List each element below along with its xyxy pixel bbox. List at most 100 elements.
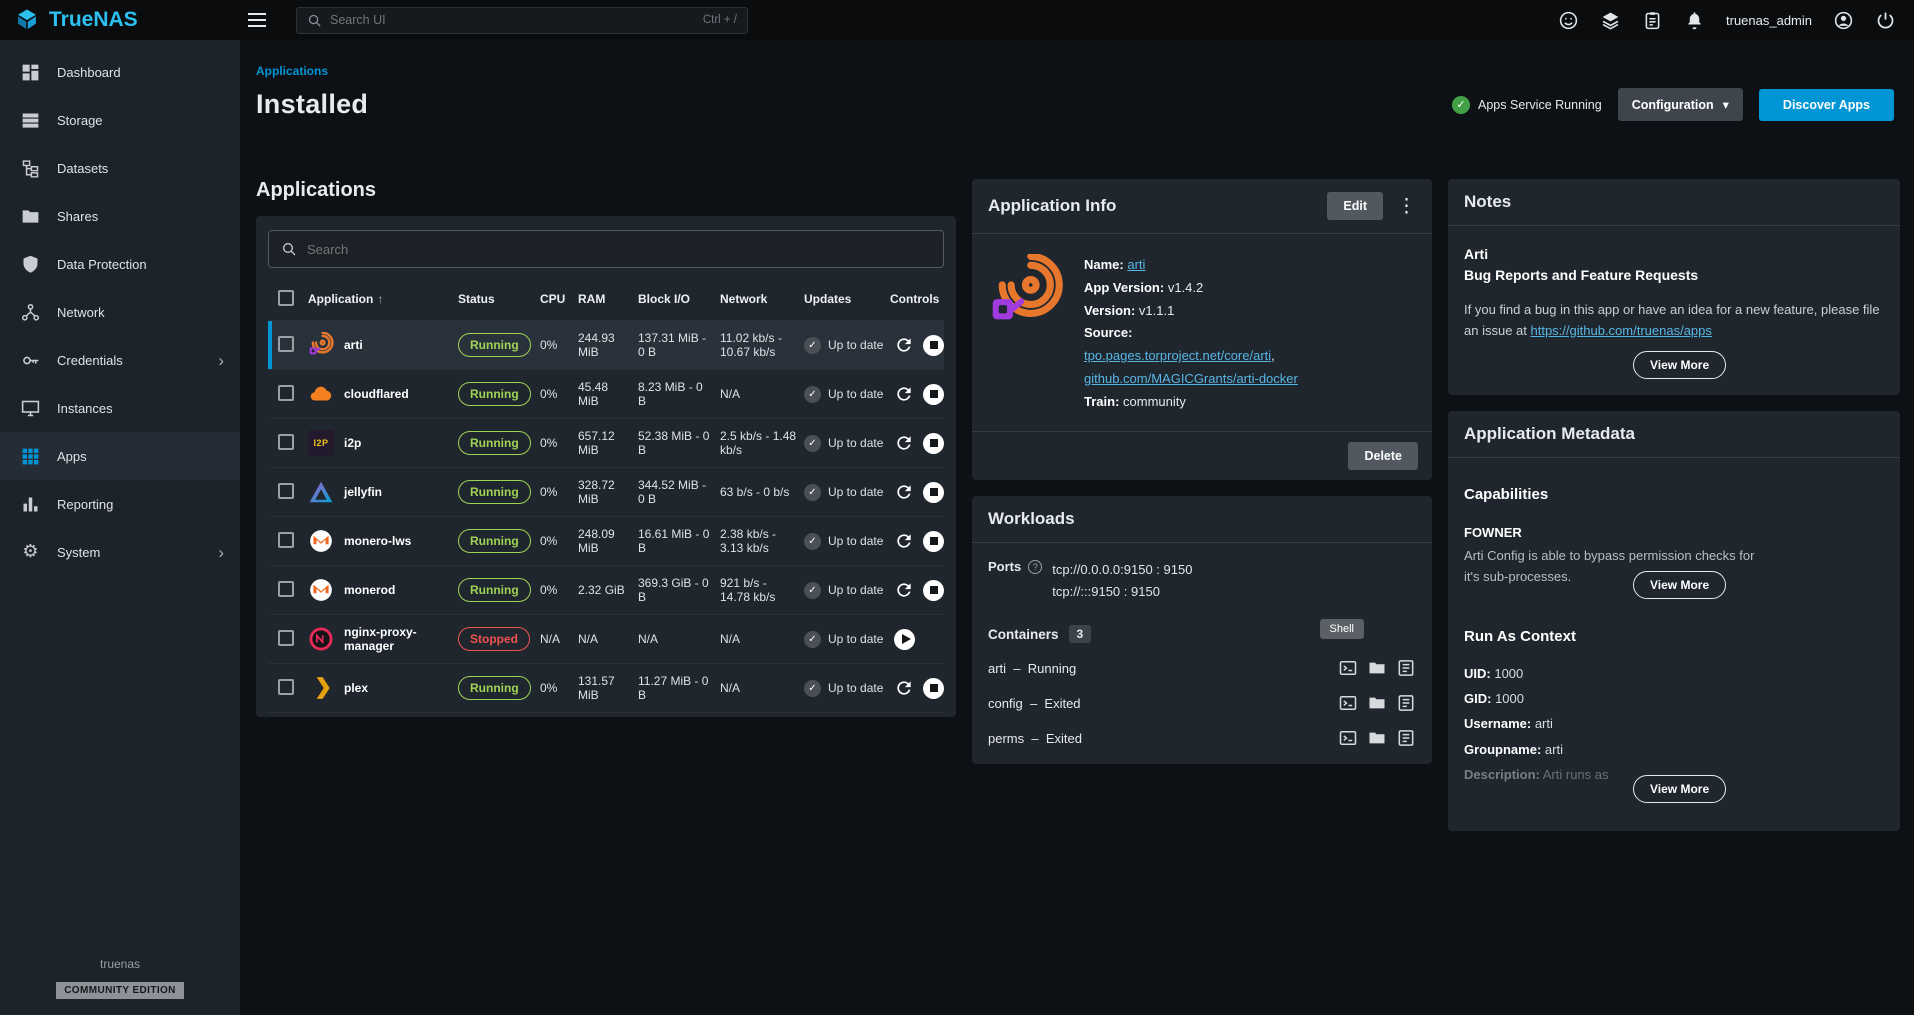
table-search-input[interactable]: [307, 242, 931, 257]
sidebar-item-data-protection[interactable]: Data Protection: [0, 240, 240, 288]
table-row-jellyfin[interactable]: jellyfin Running 0% 328.72 MiB 344.52 Mi…: [268, 467, 944, 516]
capability-name: FOWNER: [1464, 525, 1884, 540]
restart-button[interactable]: [894, 384, 914, 404]
block-io-value: N/A: [638, 632, 720, 646]
username-label[interactable]: truenas_admin: [1726, 13, 1812, 28]
logs-icon[interactable]: [1396, 728, 1416, 748]
shell-terminal-icon[interactable]: [1338, 728, 1358, 748]
column-updates[interactable]: Updates: [804, 292, 890, 306]
configuration-button[interactable]: Configuration ▾: [1618, 88, 1743, 121]
update-check-icon: ✓: [804, 631, 821, 648]
row-checkbox[interactable]: [278, 630, 294, 646]
table-row-nginx-proxy-manager[interactable]: nginx-proxy-manager Stopped N/A N/A N/A …: [268, 614, 944, 663]
table-row-monerod[interactable]: monerod Running 0% 2.32 GiB 369.3 GiB - …: [268, 565, 944, 614]
sidebar-item-network[interactable]: Network: [0, 288, 240, 336]
sidebar-item-label: Datasets: [57, 161, 108, 176]
volumes-folder-icon[interactable]: [1367, 693, 1387, 713]
sidebar-footer: truenas COMMUNITY EDITION: [0, 947, 240, 1015]
delete-button[interactable]: Delete: [1348, 442, 1418, 470]
global-search[interactable]: Ctrl + /: [296, 7, 748, 34]
table-search[interactable]: [268, 230, 944, 268]
power-icon[interactable]: [1875, 10, 1896, 31]
hamburger-menu-icon[interactable]: [240, 6, 274, 34]
workloads-card: Workloads Ports ? tcp://0.0.0.0:9150 : 9…: [972, 496, 1432, 764]
logs-icon[interactable]: [1396, 693, 1416, 713]
truenas-logo-icon: [14, 7, 40, 33]
column-network[interactable]: Network: [720, 292, 804, 306]
kebab-menu-icon[interactable]: ⋮: [1397, 197, 1416, 216]
stop-button[interactable]: [923, 384, 944, 405]
stop-button[interactable]: [923, 482, 944, 503]
nginx-proxy-manager-app-icon: [308, 626, 334, 652]
row-checkbox[interactable]: [278, 336, 294, 352]
stop-button[interactable]: [923, 678, 944, 699]
stop-button[interactable]: [923, 580, 944, 601]
row-checkbox[interactable]: [278, 532, 294, 548]
restart-button[interactable]: [894, 335, 914, 355]
sidebar-item-storage[interactable]: Storage: [0, 96, 240, 144]
sidebar-item-system[interactable]: ⚙ System ›: [0, 528, 240, 576]
dashboard-icon: [20, 62, 41, 83]
tasks-clipboard-icon[interactable]: [1642, 10, 1663, 31]
sidebar-item-apps[interactable]: Apps: [0, 432, 240, 480]
volumes-folder-icon[interactable]: [1367, 658, 1387, 678]
shell-terminal-icon[interactable]: [1338, 658, 1358, 678]
logs-icon[interactable]: [1396, 658, 1416, 678]
update-check-icon: ✓: [804, 680, 821, 697]
row-checkbox[interactable]: [278, 385, 294, 401]
stop-button[interactable]: [923, 433, 944, 454]
block-io-value: 52.38 MiB - 0 B: [638, 429, 720, 457]
restart-button[interactable]: [894, 580, 914, 600]
row-checkbox[interactable]: [278, 679, 294, 695]
source-link-1[interactable]: tpo.pages.torproject.net/core/arti: [1084, 348, 1271, 363]
sidebar-item-dashboard[interactable]: Dashboard: [0, 48, 240, 96]
feedback-smiley-icon[interactable]: [1558, 10, 1579, 31]
select-all-checkbox[interactable]: [278, 290, 294, 306]
discover-apps-button[interactable]: Discover Apps: [1759, 89, 1894, 121]
breadcrumb[interactable]: Applications: [256, 64, 328, 78]
update-status: Up to date: [828, 485, 883, 499]
capabilities-view-more-button[interactable]: View More: [1633, 571, 1726, 599]
table-row-plex[interactable]: plex Running 0% 131.57 MiB 11.27 MiB - 0…: [268, 663, 944, 712]
sidebar-item-shares[interactable]: Shares: [0, 192, 240, 240]
row-checkbox[interactable]: [278, 581, 294, 597]
stop-button[interactable]: [923, 531, 944, 552]
row-checkbox[interactable]: [278, 434, 294, 450]
source-link-2[interactable]: github.com/MAGICGrants/arti-docker: [1084, 371, 1298, 386]
restart-button[interactable]: [894, 433, 914, 453]
row-checkbox[interactable]: [278, 483, 294, 499]
run-as-view-more-button[interactable]: View More: [1633, 775, 1726, 803]
global-search-input[interactable]: [330, 13, 695, 27]
table-row-monero-lws[interactable]: monero-lws Running 0% 248.09 MiB 16.61 M…: [268, 516, 944, 565]
volumes-folder-icon[interactable]: [1367, 728, 1387, 748]
help-icon[interactable]: ?: [1028, 560, 1042, 574]
restart-button[interactable]: [894, 531, 914, 551]
column-application[interactable]: Application↑: [308, 292, 458, 306]
alerts-bell-icon[interactable]: [1684, 10, 1705, 31]
stop-button[interactable]: [923, 335, 944, 356]
start-button[interactable]: [894, 629, 915, 650]
restart-button[interactable]: [894, 482, 914, 502]
sidebar-item-datasets[interactable]: Datasets: [0, 144, 240, 192]
update-status: Up to date: [828, 534, 883, 548]
column-ram[interactable]: RAM: [578, 292, 638, 306]
column-cpu[interactable]: CPU: [540, 292, 578, 306]
issues-link[interactable]: https://github.com/truenas/apps: [1531, 323, 1712, 338]
table-row-i2p[interactable]: I2P i2p Running 0% 657.12 MiB 52.38 MiB …: [268, 418, 944, 467]
jobs-layers-icon[interactable]: [1600, 10, 1621, 31]
user-account-icon[interactable]: [1833, 10, 1854, 31]
column-status[interactable]: Status: [458, 292, 540, 306]
restart-button[interactable]: [894, 678, 914, 698]
cpu-value: 0%: [540, 583, 578, 597]
edit-button[interactable]: Edit: [1327, 192, 1383, 220]
table-row-cloudflared[interactable]: cloudflared Running 0% 45.48 MiB 8.23 Mi…: [268, 369, 944, 418]
app-name-link[interactable]: arti: [1127, 257, 1145, 272]
truenas-logo[interactable]: TrueNAS: [0, 7, 240, 33]
sidebar-item-instances[interactable]: Instances: [0, 384, 240, 432]
column-block-io[interactable]: Block I/O: [638, 292, 720, 306]
shell-terminal-icon[interactable]: [1338, 693, 1358, 713]
notes-view-more-button[interactable]: View More: [1633, 351, 1726, 379]
sidebar-item-reporting[interactable]: Reporting: [0, 480, 240, 528]
table-row-arti[interactable]: arti Running 0% 244.93 MiB 137.31 MiB - …: [268, 320, 944, 369]
sidebar-item-credentials[interactable]: Credentials ›: [0, 336, 240, 384]
